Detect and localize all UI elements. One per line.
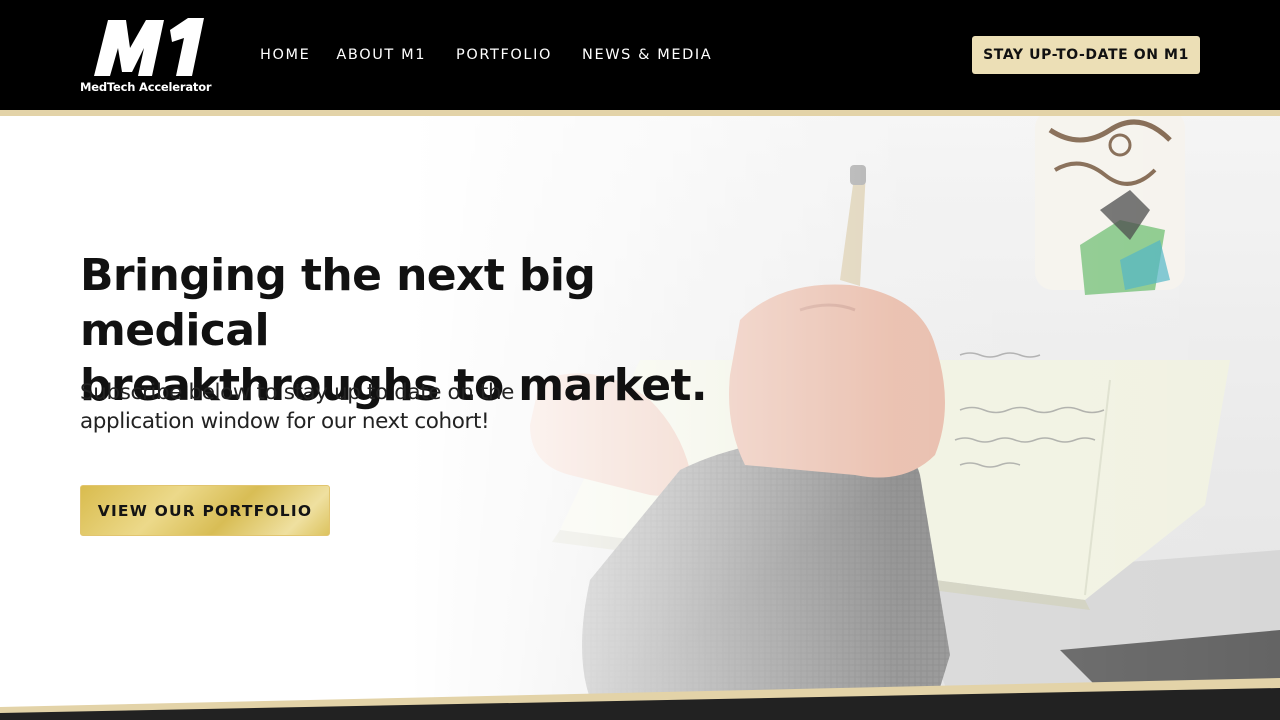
subtext-line-1: Subscribe below to stay up to date on th… — [80, 380, 515, 405]
logo-subtitle: MedTech Accelerator — [80, 80, 212, 94]
m1-logo-mark — [94, 18, 204, 76]
logo-link[interactable]: MedTech Accelerator — [80, 14, 212, 96]
nav-news-media[interactable]: NEWS & MEDIA — [582, 45, 712, 65]
hero-section: Bringing the next big medical breakthrou… — [0, 110, 1280, 720]
headline-line-1: Bringing the next big medical — [80, 250, 596, 356]
site-header: MedTech Accelerator HOME ABOUT M1 PORTFO… — [0, 0, 1280, 110]
main-nav: HOME ABOUT M1 PORTFOLIO NEWS & MEDIA — [260, 45, 712, 65]
stay-up-to-date-button[interactable]: STAY UP-TO-DATE ON M1 — [972, 36, 1200, 74]
hero-subtext: Subscribe below to stay up to date on th… — [80, 378, 550, 436]
nav-portfolio[interactable]: PORTFOLIO — [456, 45, 552, 65]
nav-about[interactable]: ABOUT M1 — [336, 45, 426, 65]
nav-home[interactable]: HOME — [260, 45, 310, 65]
subtext-line-2: application window for our next cohort! — [80, 409, 490, 434]
view-portfolio-button[interactable]: VIEW OUR PORTFOLIO — [80, 485, 330, 536]
